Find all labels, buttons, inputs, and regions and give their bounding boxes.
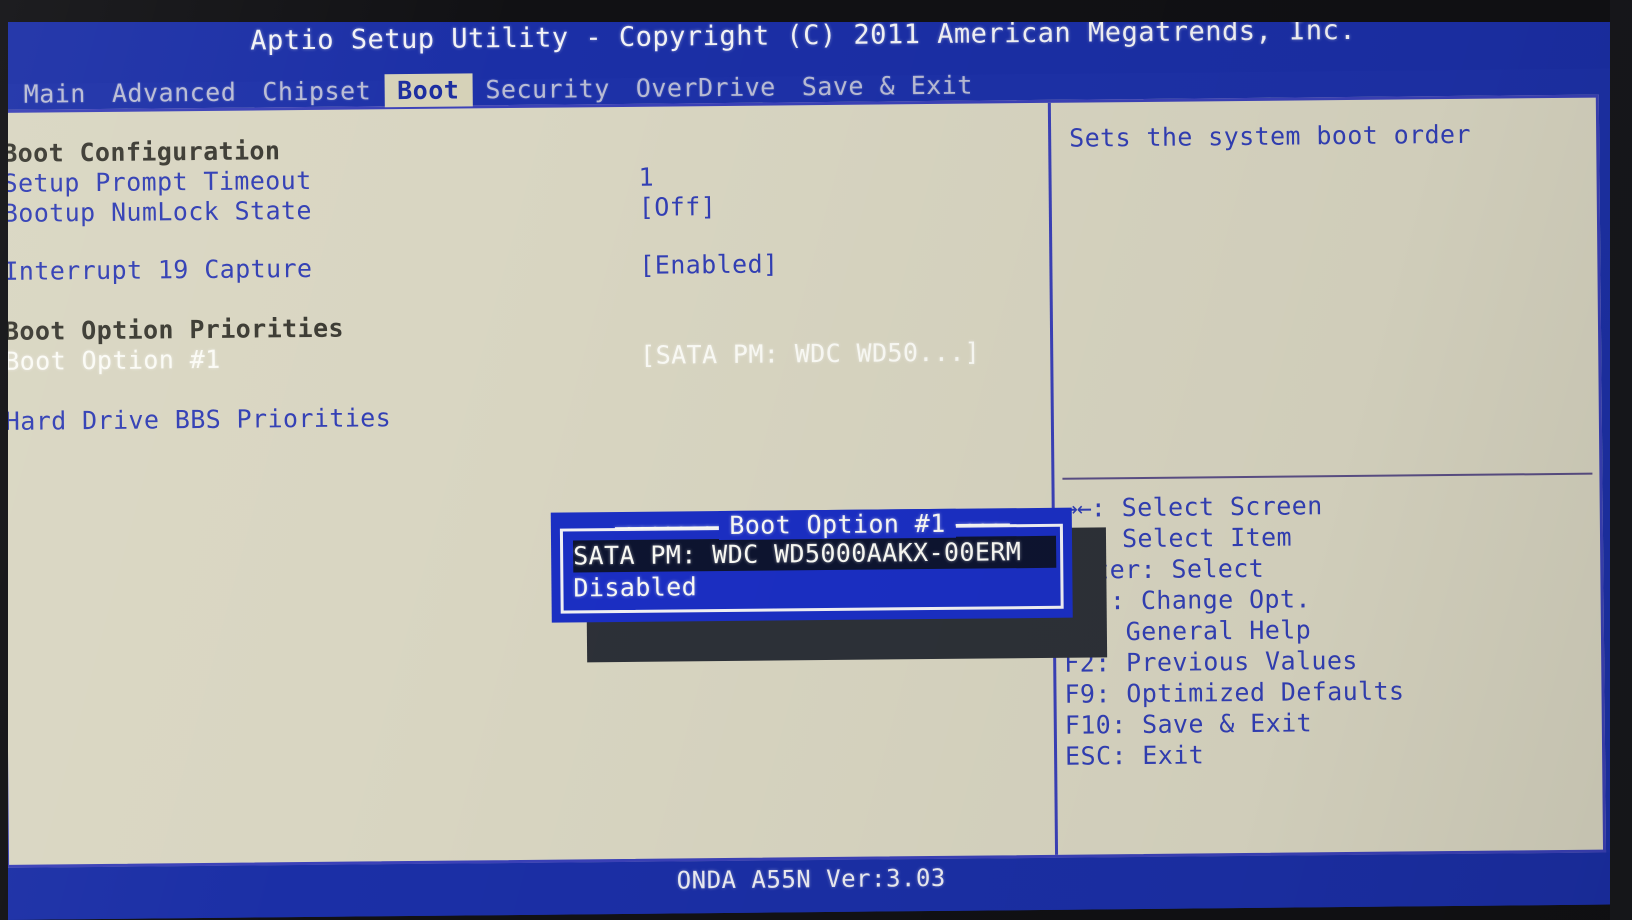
key-help-text: : Save & Exit [1111,708,1313,740]
key-help-select-item: ↑↓: Select Item [1063,519,1603,555]
body-frame: Boot Configuration Setup Prompt Timeout … [0,94,1607,868]
popup-title: ———————— Boot Option #1 ———— [551,508,1072,542]
setting-value[interactable]: [Off] [639,192,717,223]
key-help-text: : Change Opt. [1109,584,1311,616]
popup-title-dash-right: ———— [955,508,1008,538]
key-help-text: : Select [1140,553,1265,584]
key-help-general-help: F1: General Help [1064,612,1604,648]
setting-label: Boot Option #1 [4,344,221,376]
popup-title-dash-left: ———————— [614,511,720,542]
key-help-save-exit: F10: Save & Exit [1065,705,1605,741]
monitor-bezel-top [0,0,1632,22]
section-heading-label: Boot Configuration [2,136,281,168]
tab-save-exit[interactable]: Save & Exit [789,68,986,103]
key-label: F9 [1064,679,1096,709]
setting-label: Bootup NumLock State [2,195,312,228]
key-label: ESC [1064,741,1112,771]
help-separator [1062,472,1593,480]
setting-value[interactable]: [Enabled] [639,249,778,280]
tab-chipset[interactable]: Chipset [249,74,384,108]
bios-screen-photo: Aptio Setup Utility - Copyright (C) 2011… [0,0,1632,920]
key-help-text: : Optimized Defaults [1095,676,1405,709]
key-label: F10 [1064,710,1112,740]
key-help-text: : Select Item [1090,522,1293,554]
section-heading-label: Boot Option Priorities [3,313,345,346]
help-description: Sets the system boot order [1069,119,1472,153]
tab-overdrive[interactable]: OverDrive [623,70,789,105]
key-help-list: →←: Select Screen ↑↓: Select Item Enter:… [1063,488,1606,772]
tab-boot[interactable]: Boot [384,72,473,107]
setting-label: Setup Prompt Timeout [2,165,312,198]
popup-option-sata-pm-wdc[interactable]: SATA PM: WDC WD5000AAKX-00ERM [573,535,1057,573]
setting-value[interactable]: [SATA PM: WDC WD50...] [640,338,980,371]
key-help-text: : Previous Values [1094,645,1358,678]
tab-advanced[interactable]: Advanced [99,75,250,109]
setting-label: Interrupt 19 Capture [3,253,313,286]
popup-option-list[interactable]: SATA PM: WDC WD5000AAKX-00ERM Disabled [573,535,1057,605]
settings-pane: Boot Configuration Setup Prompt Timeout … [2,103,1055,865]
key-help-exit: ESC: Exit [1065,736,1605,772]
key-help-change-opt: +/-: Change Opt. [1063,581,1603,617]
popup-title-text: Boot Option #1 [719,508,956,541]
key-help-text: : Select Screen [1090,491,1323,523]
monitor-bezel-right [1610,0,1632,920]
boot-option-popup[interactable]: ———————— Boot Option #1 ———— SATA PM: WDC … [550,507,1073,623]
help-pane: Sets the system boot order →←: Select Sc… [1051,98,1603,855]
popup-option-disabled[interactable]: Disabled [573,571,697,604]
key-help-text: : Exit [1111,740,1205,771]
setting-value[interactable]: 1 [638,163,654,193]
monitor-bezel-left [0,0,8,920]
submenu-label: Hard Drive BBS Priorities [4,403,392,436]
key-help-select-screen: →←: Select Screen [1063,488,1603,524]
tab-main[interactable]: Main [11,76,100,110]
bios-screen-surface: Aptio Setup Utility - Copyright (C) 2011… [0,6,1623,920]
key-help-previous-values: F2: Previous Values [1064,643,1604,679]
key-help-enter: Enter: Select [1063,550,1603,586]
key-help-optimized-defaults: F9: Optimized Defaults [1064,674,1604,710]
key-help-text: : General Help [1094,615,1312,647]
tab-security[interactable]: Security [472,71,623,105]
